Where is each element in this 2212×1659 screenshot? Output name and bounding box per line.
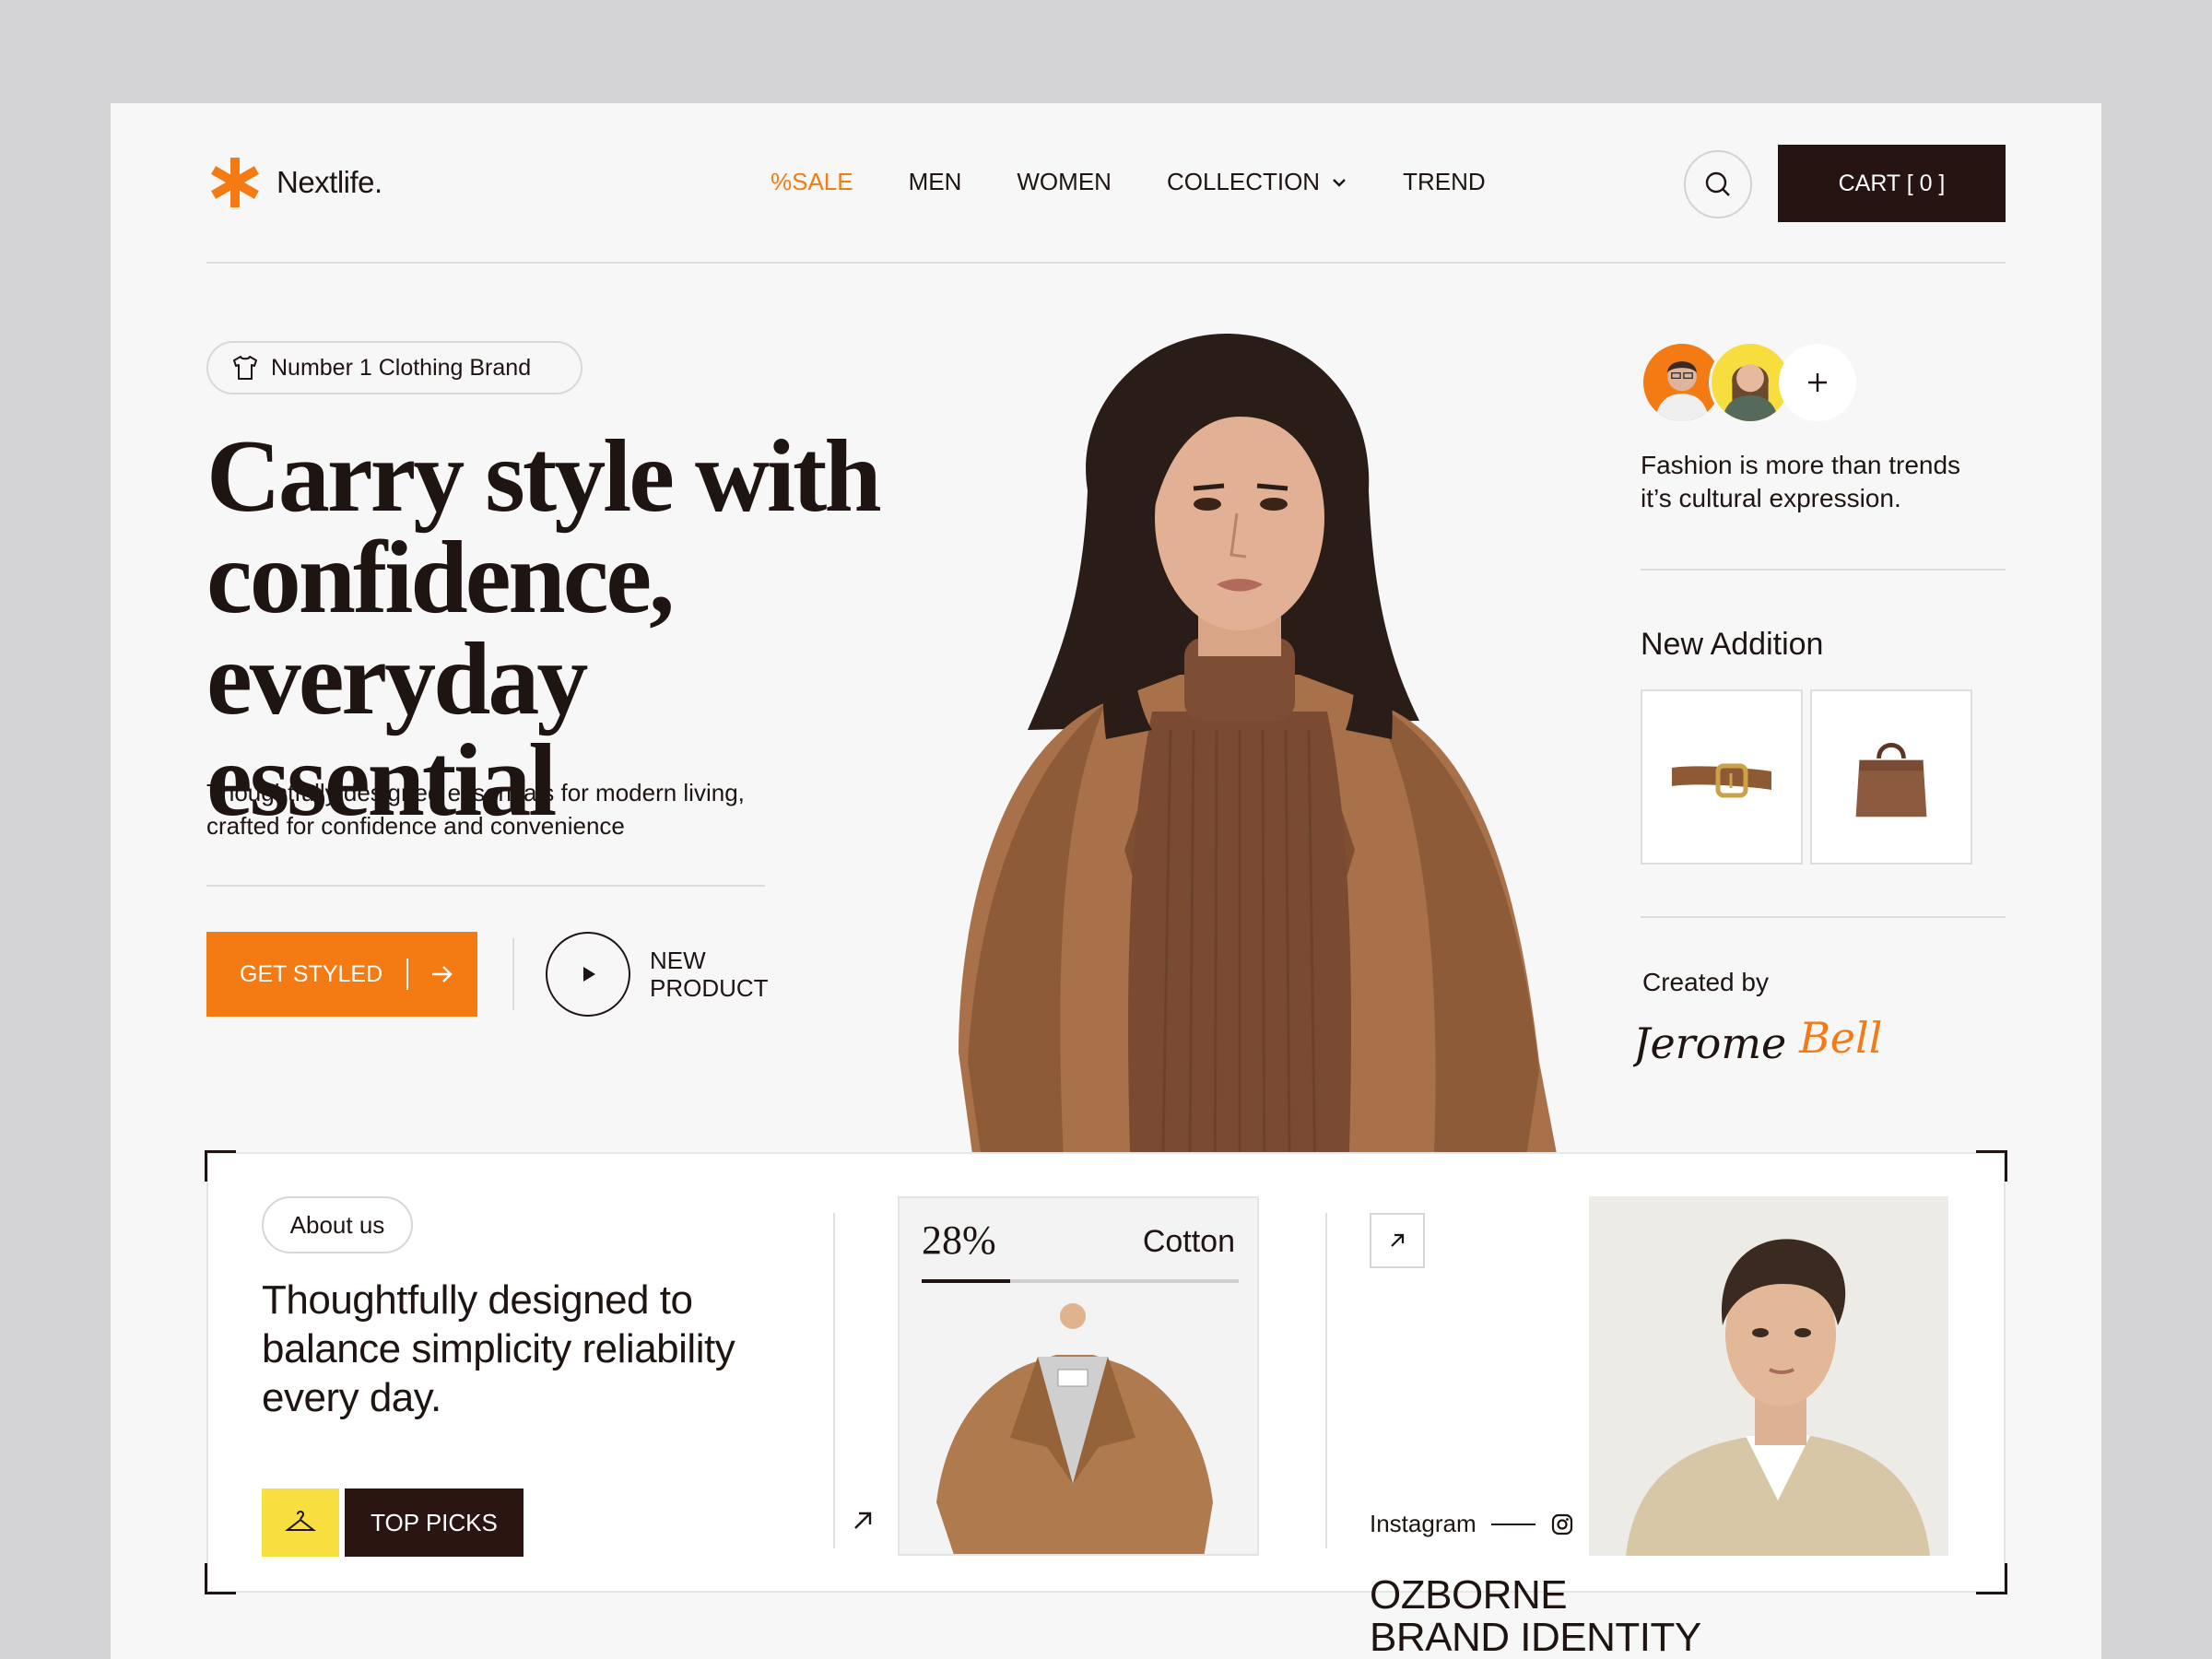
fashion-tagline: Fashion is more than trends it’s cultura… [1641, 449, 2009, 515]
instagram-icon [1551, 1513, 1572, 1535]
brand-identity-line-1: OZBORNE [1370, 1572, 1568, 1618]
plus-icon [1808, 373, 1827, 392]
model-man-image [1589, 1196, 1948, 1556]
brand-badge-label: Number 1 Clothing Brand [271, 354, 532, 381]
cta-divider [512, 938, 514, 1010]
nav-men[interactable]: MEN [909, 168, 962, 196]
hero-subtitle-line-2: crafted for confidence and convenience [206, 812, 625, 840]
arrow-up-right-icon [1391, 1233, 1405, 1247]
material-percent: 28% [922, 1218, 996, 1263]
material-progress-fill [922, 1279, 1011, 1283]
page-frame: Nextlife. %SALE MEN WOMEN COLLECTION TRE… [111, 103, 2101, 1659]
jacket-image [936, 1303, 1213, 1554]
tshirt-icon [233, 356, 257, 380]
handbag-image [1855, 743, 1927, 818]
material-card[interactable]: 28% Cotton [898, 1196, 1259, 1556]
corner-marker [205, 1150, 236, 1182]
brand-name: Nextlife. [276, 165, 382, 199]
about-text: Thoughtfully designed to balance simplic… [262, 1276, 815, 1422]
hero-subtitle: Thoughtfully designed essentials for mod… [206, 776, 796, 842]
nav-collection[interactable]: COLLECTION [1167, 168, 1347, 196]
get-styled-label: GET STYLED [240, 960, 383, 987]
instagram-label: Instagram [1370, 1510, 1477, 1537]
cta-separator [406, 959, 409, 990]
panel-divider [833, 1213, 835, 1548]
arrow-up-right-icon[interactable] [850, 1508, 876, 1534]
brand-identity-title: OZBORNE BRAND IDENTITY [1370, 1574, 1701, 1659]
product-thumb-belt[interactable] [1641, 689, 1803, 865]
search-button[interactable] [1684, 150, 1752, 218]
panel-divider [1325, 1213, 1327, 1548]
brand-badge: Number 1 Clothing Brand [206, 341, 582, 394]
asterisk-logo-icon [211, 158, 259, 207]
cart-button[interactable]: CART [ 0 ] [1778, 145, 2006, 222]
search-icon [1705, 171, 1730, 196]
nav-sale[interactable]: %SALE [771, 168, 853, 196]
hero-subtitle-line-1: Thoughtfully designed essentials for mod… [206, 779, 745, 806]
corner-marker [1976, 1563, 2007, 1594]
add-member-button[interactable] [1779, 344, 1856, 421]
hanger-icon [285, 1511, 316, 1531]
signature-first-name: Jerome [1633, 1018, 1786, 1068]
about-us-tag[interactable]: About us [262, 1196, 413, 1253]
new-product-link[interactable]: NEW PRODUCT [650, 947, 797, 1002]
nav-women[interactable]: WOMEN [1017, 168, 1112, 196]
created-by-label: Created by [1642, 968, 1769, 996]
top-picks-button[interactable]: TOP PICKS [345, 1488, 524, 1557]
product-thumb-bag[interactable] [1810, 689, 1972, 865]
new-addition-title: New Addition [1641, 627, 1824, 662]
instagram-line [1490, 1523, 1535, 1525]
hero-model-image [959, 334, 1576, 1255]
fashion-tagline-line-1: Fashion is more than trends [1641, 451, 1961, 479]
get-styled-button[interactable]: GET STYLED [206, 932, 477, 1017]
instagram-link[interactable]: Instagram [1370, 1510, 1574, 1538]
nav-collection-label: COLLECTION [1166, 168, 1321, 195]
fashion-tagline-line-2: it’s cultural expression. [1641, 484, 1901, 512]
signature-last-name: Bell [1798, 1013, 1882, 1063]
hanger-button[interactable] [262, 1488, 339, 1557]
nav-trend[interactable]: TREND [1403, 168, 1486, 196]
hero-divider [206, 885, 765, 887]
designer-signature: Jerome Bell [1633, 1013, 1882, 1068]
avatar-woman-image [1722, 364, 1779, 421]
about-text-line-1: Thoughtfully designed to [262, 1277, 693, 1323]
brand-logo[interactable]: Nextlife. [206, 154, 382, 211]
material-progress-track [922, 1279, 1239, 1283]
new-product-line-2: PRODUCT [650, 974, 769, 1002]
hero-title-line-2: confidence, everyday [206, 521, 675, 736]
external-link-button[interactable] [1370, 1213, 1425, 1268]
new-product-line-1: NEW [650, 947, 706, 974]
play-icon [583, 967, 595, 982]
about-text-line-2: balance simplicity reliability [262, 1326, 735, 1371]
corner-marker [205, 1563, 236, 1594]
corner-marker [1976, 1150, 2007, 1182]
about-text-line-3: every day. [262, 1375, 441, 1420]
sidebar-divider [1641, 916, 2006, 918]
main-nav: %SALE MEN WOMEN COLLECTION TREND [771, 168, 1486, 196]
sidebar-divider [1641, 569, 2006, 571]
belt-image [1672, 763, 1771, 798]
arrow-right-icon [432, 966, 453, 982]
community-avatars [1641, 341, 1862, 424]
play-video-button[interactable] [546, 932, 630, 1017]
hero-title-line-1: Carry style with [206, 419, 882, 534]
chevron-down-icon [1333, 178, 1346, 187]
brand-identity-line-2: BRAND IDENTITY [1370, 1615, 1701, 1659]
material-fabric: Cotton [1142, 1224, 1235, 1259]
header-divider [206, 262, 2006, 264]
